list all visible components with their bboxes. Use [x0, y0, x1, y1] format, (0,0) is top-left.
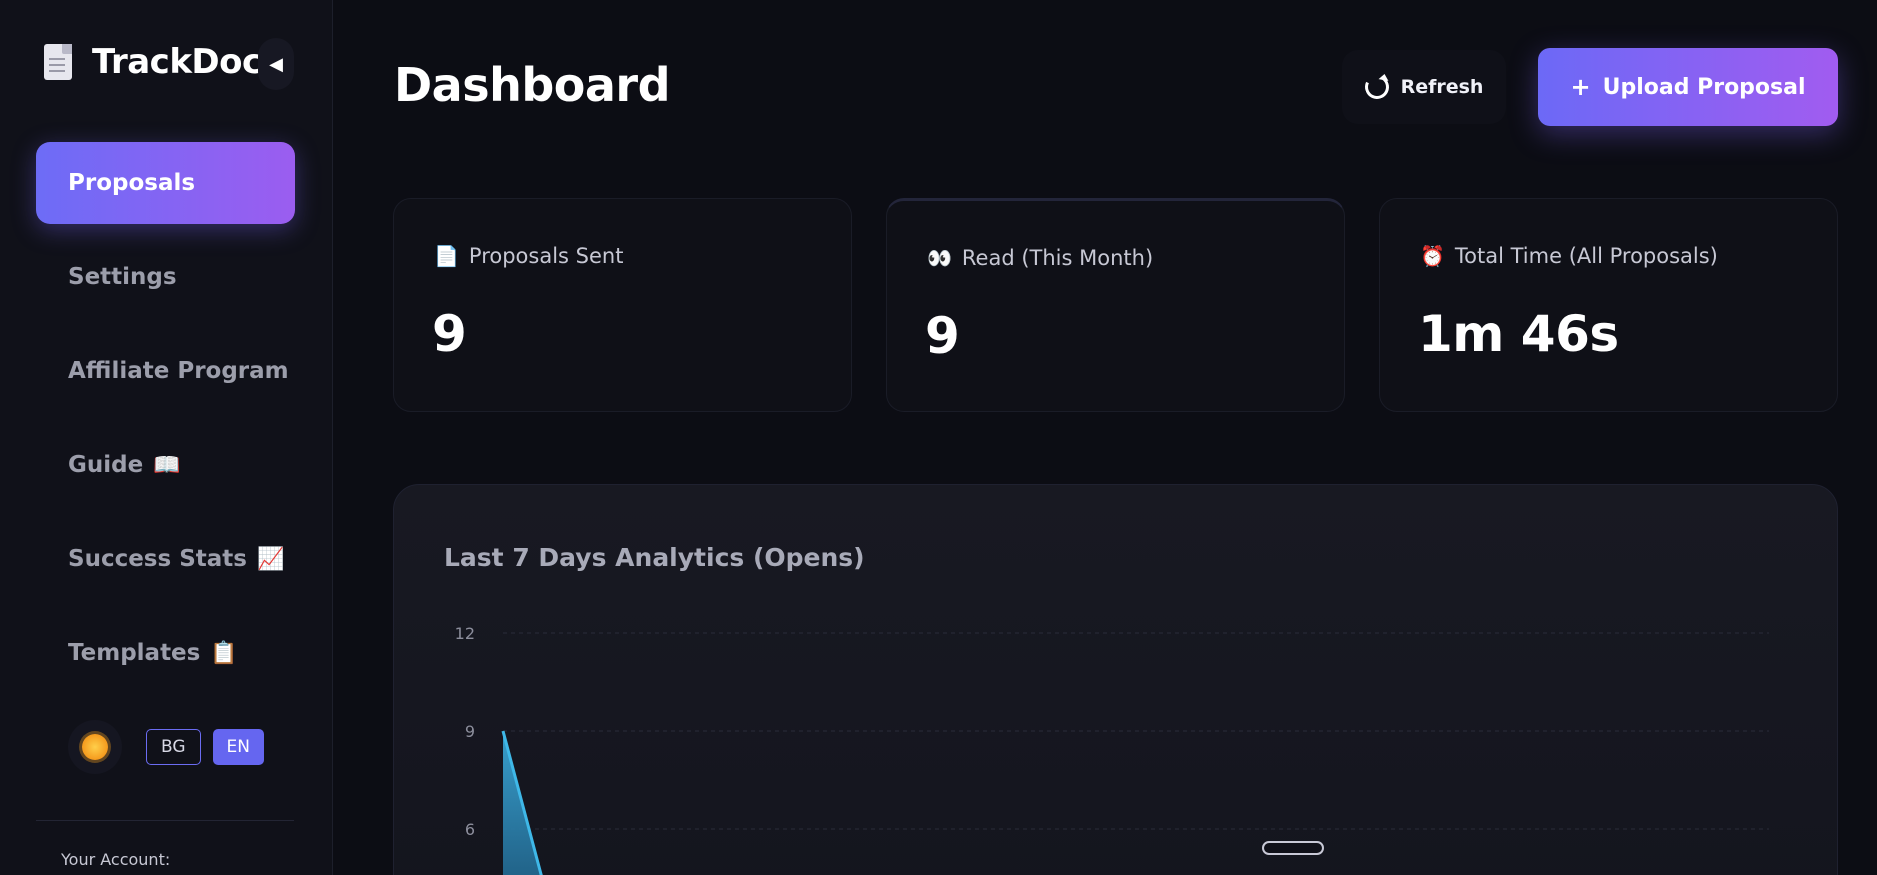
sidebar-item-settings[interactable]: Settings: [36, 236, 295, 318]
refresh-icon: [1361, 71, 1392, 103]
main-content: Dashboard Refresh + Upload Proposal 📄 Pr…: [333, 0, 1877, 875]
sidebar-item-success-stats[interactable]: Success Stats 📈: [36, 518, 295, 600]
plus-icon: +: [1570, 73, 1591, 101]
sidebar: TrackDoc ◀ Proposals Settings Affiliate …: [0, 0, 333, 875]
account-label: Your Account:: [61, 850, 171, 869]
sidebar-item-guide[interactable]: Guide 📖: [36, 424, 295, 506]
app-root: TrackDoc ◀ Proposals Settings Affiliate …: [0, 0, 1877, 875]
refresh-button[interactable]: Refresh: [1342, 50, 1506, 124]
sidebar-item-label: Affiliate Program: [68, 358, 289, 384]
collapse-left-icon: ◀: [269, 53, 283, 75]
stat-card-proposals-sent: 📄 Proposals Sent 9: [393, 198, 852, 412]
theme-toggle-button[interactable]: [68, 720, 122, 774]
upload-button-label: Upload Proposal: [1602, 74, 1806, 100]
sidebar-item-proposals[interactable]: Proposals: [36, 142, 295, 224]
y-tick-label: 9: [465, 722, 475, 741]
sidebar-nav: Proposals Settings Affiliate Program Gui…: [36, 142, 295, 706]
alarm-clock-icon: ⏰: [1420, 244, 1445, 268]
analytics-chart: 12 9 6: [455, 624, 1769, 875]
upload-proposal-button[interactable]: + Upload Proposal: [1538, 48, 1838, 126]
sidebar-item-label: Templates: [68, 640, 201, 666]
stat-label: 📄 Proposals Sent: [434, 244, 623, 268]
open-book-icon: 📖: [153, 452, 181, 478]
stat-value: 9: [925, 307, 960, 365]
page-title: Dashboard: [394, 58, 671, 112]
language-button-en[interactable]: EN: [212, 729, 265, 765]
sidebar-item-label: Success Stats: [68, 546, 247, 572]
stat-label-text: Proposals Sent: [468, 244, 624, 268]
collapse-sidebar-button[interactable]: ◀: [258, 38, 294, 90]
stat-label-text: Read (This Month): [961, 246, 1154, 270]
brand-title: TrackDoc: [92, 42, 262, 82]
scroll-indicator-handle[interactable]: [1262, 841, 1324, 855]
stat-label-text: Total Time (All Proposals): [1454, 244, 1718, 268]
sidebar-item-label: Proposals: [68, 170, 196, 196]
sidebar-footer-tools: BG EN: [68, 720, 276, 774]
stat-value: 9: [432, 305, 467, 363]
document-icon: 📄: [434, 244, 459, 268]
stat-value: 1m 46s: [1418, 305, 1619, 363]
stat-card-total-time: ⏰ Total Time (All Proposals) 1m 46s: [1379, 198, 1838, 412]
refresh-button-label: Refresh: [1400, 76, 1484, 98]
analytics-chart-card: Last 7 Days Analytics (Opens) 12 9 6: [393, 484, 1838, 875]
eyes-icon: 👀: [927, 246, 952, 270]
sidebar-item-label: Guide: [68, 452, 144, 478]
brand[interactable]: TrackDoc: [44, 42, 262, 82]
clipboard-icon: 📋: [210, 640, 238, 666]
sidebar-item-label: Settings: [68, 264, 177, 290]
document-icon: [44, 44, 72, 80]
y-tick-label: 6: [465, 820, 475, 839]
stat-label: ⏰ Total Time (All Proposals): [1420, 244, 1718, 268]
y-tick-label: 12: [455, 624, 475, 643]
sidebar-item-affiliate-program[interactable]: Affiliate Program: [36, 330, 295, 412]
sun-icon: [82, 734, 108, 760]
stat-card-read-this-month: 👀 Read (This Month) 9: [886, 198, 1345, 412]
language-button-bg[interactable]: BG: [146, 729, 201, 765]
sidebar-divider: [36, 820, 294, 821]
chart-increasing-icon: 📈: [256, 546, 285, 572]
sidebar-item-templates[interactable]: Templates 📋: [36, 612, 295, 694]
stat-label: 👀 Read (This Month): [927, 246, 1153, 270]
